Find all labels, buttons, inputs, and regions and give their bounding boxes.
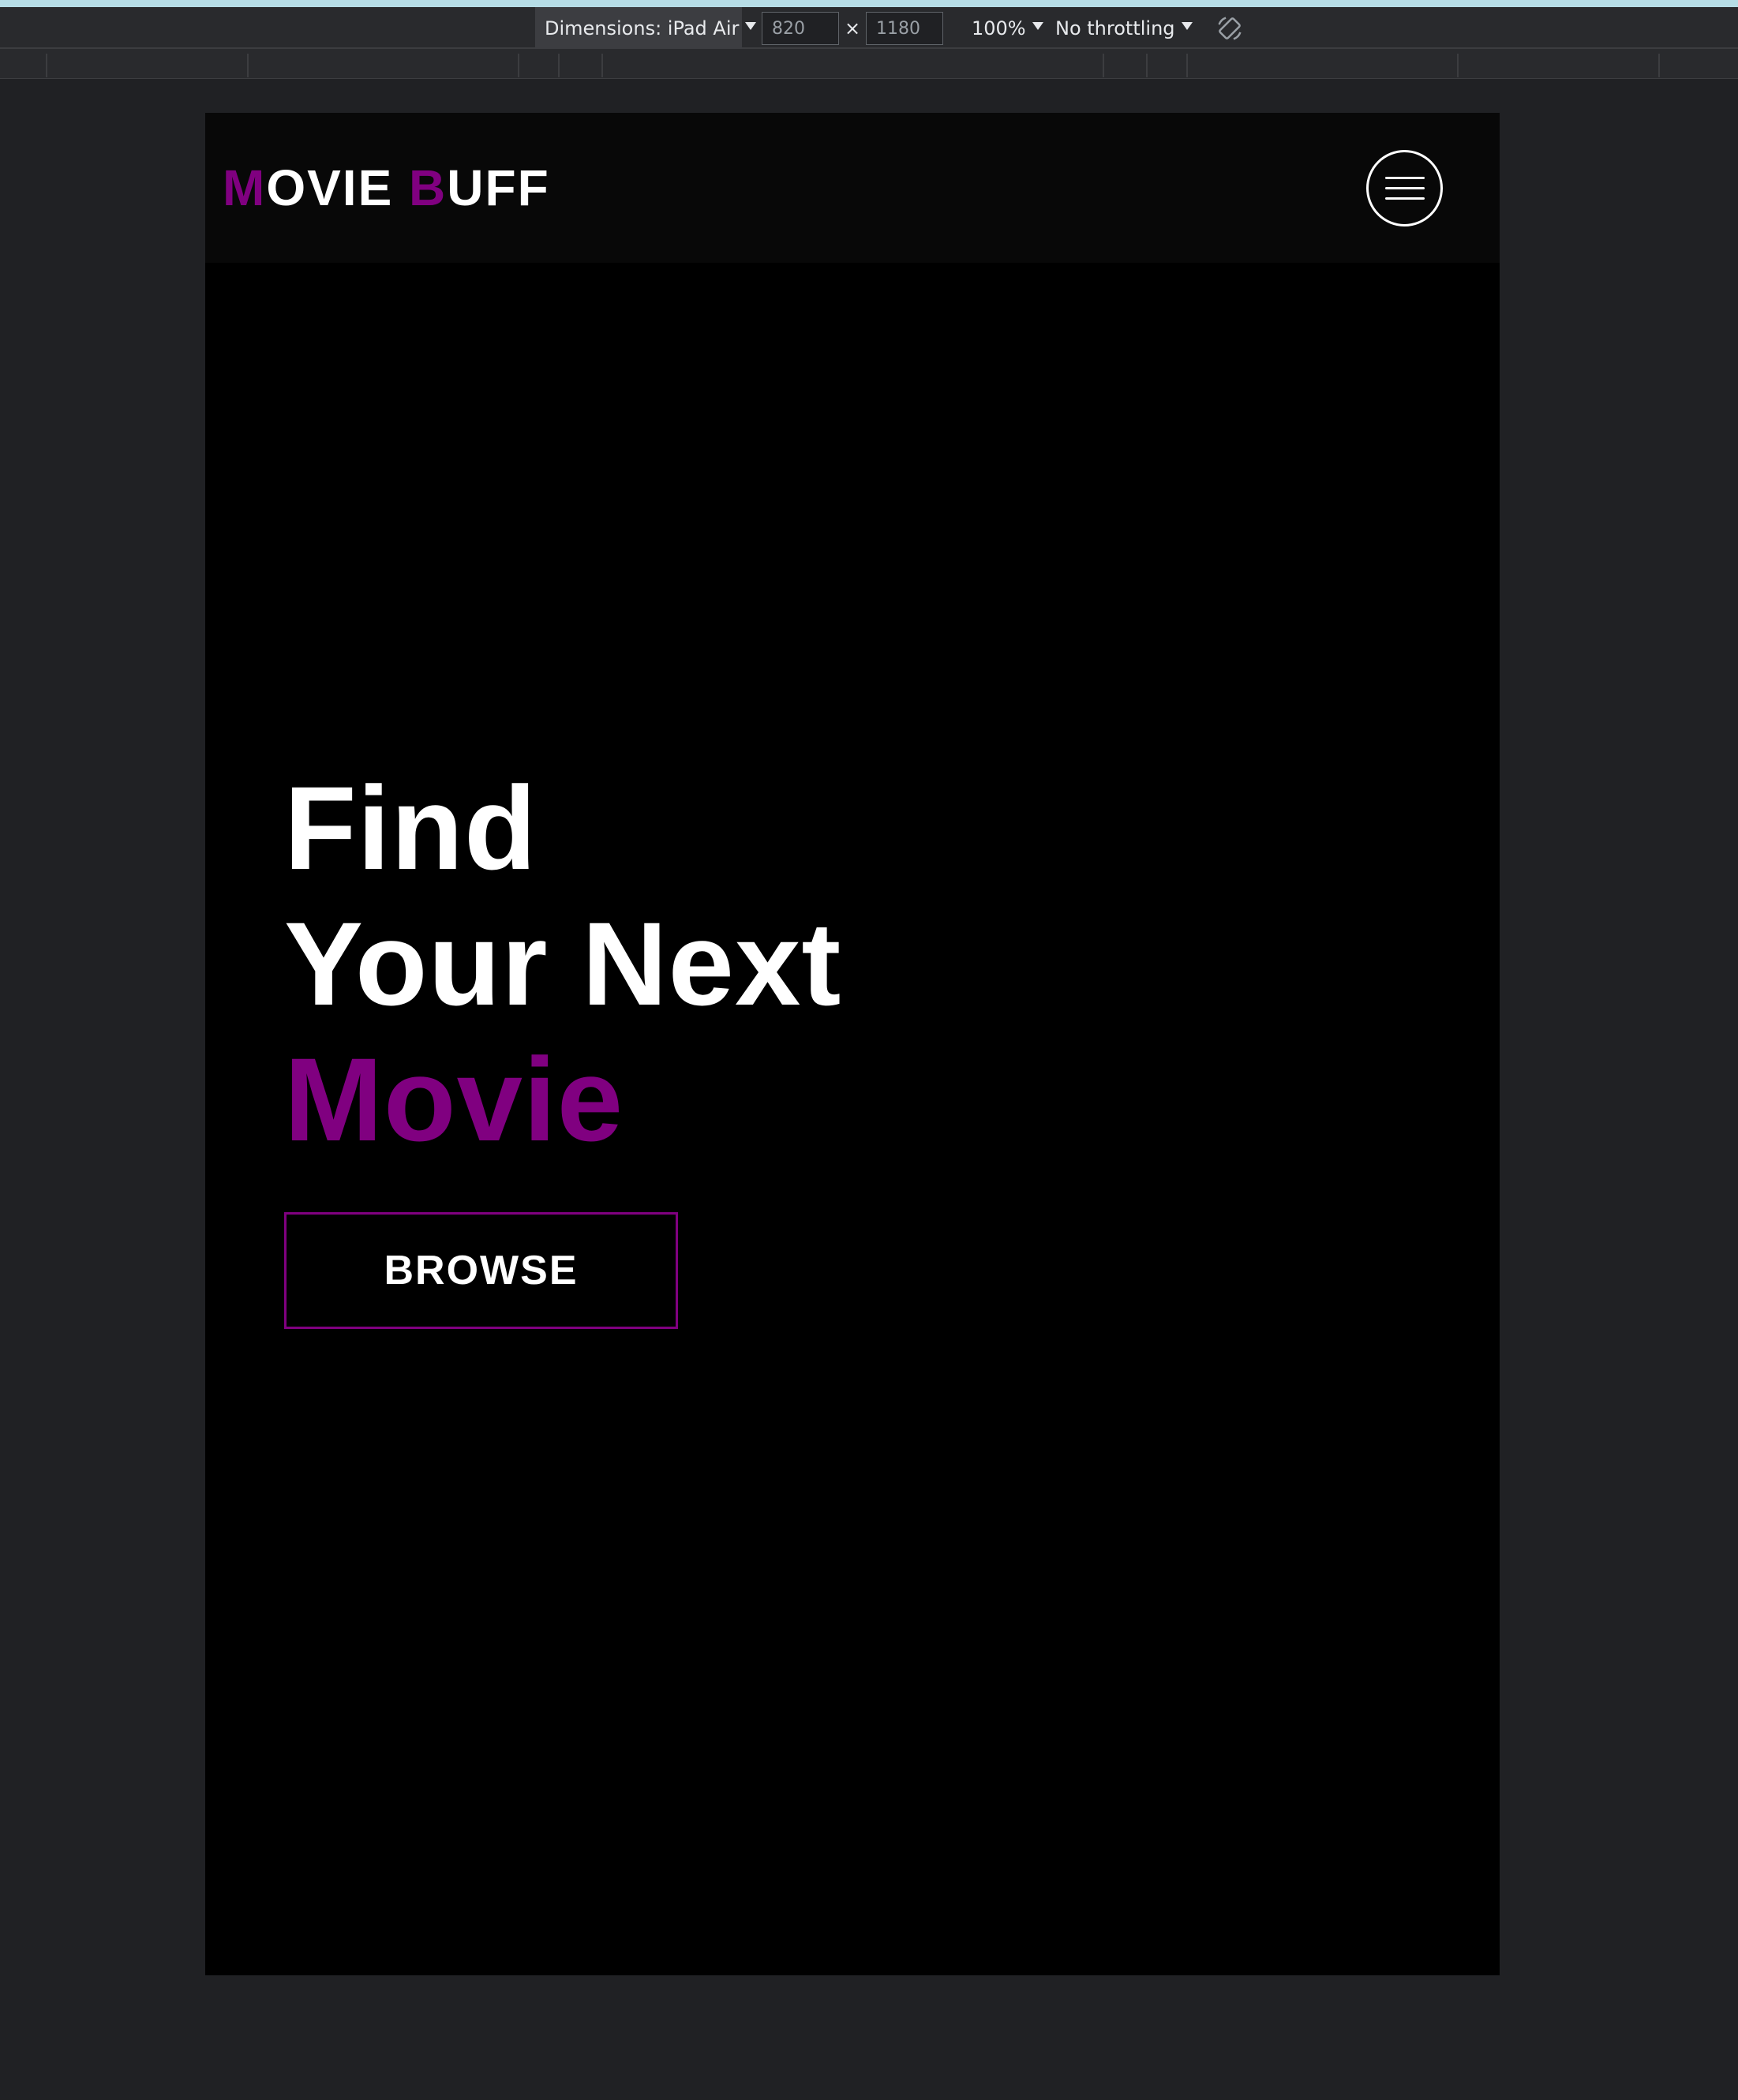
zoom-label: 100% — [972, 17, 1026, 39]
hamburger-menu-button[interactable] — [1366, 150, 1443, 226]
site-navbar: MOVIE BUFF — [205, 113, 1500, 263]
zoom-dropdown[interactable]: 100% — [972, 7, 1043, 49]
hero-line-find: Find — [284, 762, 538, 894]
throttling-label: No throttling — [1055, 17, 1175, 39]
dimensions-caret-icon — [745, 21, 757, 30]
ruler-tick — [1186, 54, 1188, 77]
throttling-dropdown[interactable]: No throttling — [1055, 7, 1193, 49]
ruler-tick — [247, 54, 249, 77]
browse-button[interactable]: BROWSE — [284, 1212, 678, 1329]
ruler-tick — [558, 54, 560, 77]
logo-letter-m: M — [223, 159, 267, 216]
hero-heading: Find Your Next Movie — [284, 760, 841, 1167]
dimensions-label: Dimensions: iPad Air — [545, 17, 740, 39]
times-sign: × — [845, 17, 861, 39]
logo-text-ovie: OVIE — [266, 159, 410, 216]
logo-text-uff: UFF — [447, 159, 550, 216]
dimensions-dropdown[interactable]: Dimensions: iPad Air — [535, 7, 757, 49]
site-logo[interactable]: MOVIE BUFF — [223, 159, 550, 217]
ruler-tick — [1146, 54, 1148, 77]
ruler-tick — [601, 54, 603, 77]
width-input[interactable] — [762, 12, 839, 45]
hamburger-menu-icon — [1384, 197, 1425, 200]
ruler-tick — [1658, 54, 1660, 77]
hamburger-menu-icon — [1384, 177, 1425, 179]
ruler-tick — [518, 54, 519, 77]
hamburger-menu-icon — [1384, 187, 1425, 189]
throttling-caret-icon — [1181, 21, 1193, 30]
ruler-tick — [1457, 54, 1459, 77]
zoom-caret-icon — [1032, 21, 1043, 30]
ruler-tick — [46, 54, 47, 77]
height-input[interactable] — [866, 12, 943, 45]
device-viewport: MOVIE BUFF Find Your Next Movie BROWSE — [205, 113, 1500, 1975]
logo-letter-b: B — [409, 159, 448, 216]
rotate-icon[interactable] — [1214, 7, 1245, 49]
hero-line-movie: Movie — [284, 1033, 624, 1166]
rotate-icon-svg — [1218, 16, 1242, 40]
window-accent-bar — [0, 0, 1738, 7]
hero-line-your-next: Your Next — [284, 897, 842, 1030]
media-query-ruler — [0, 49, 1738, 79]
ruler-tick — [1103, 54, 1104, 77]
device-toolbar: Dimensions: iPad Air × 100% No throttlin… — [0, 7, 1738, 49]
